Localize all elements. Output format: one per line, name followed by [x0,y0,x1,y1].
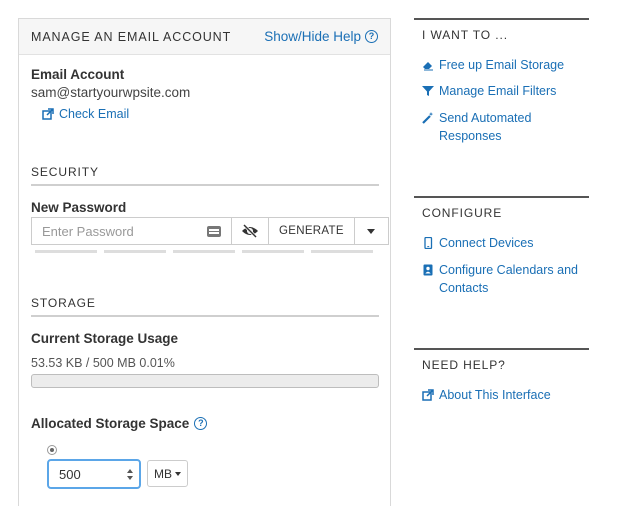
manage-filters-label: Manage Email Filters [439,84,557,98]
free-up-storage-label: Free up Email Storage [439,58,565,72]
panel-header: MANAGE AN EMAIL ACCOUNT Show/Hide Help ? [19,19,390,55]
send-automated-responses-link[interactable]: Send Automated Responses [422,109,589,145]
i-want-to-heading: I WANT TO ... [414,18,589,42]
generate-options-dropdown[interactable] [354,217,389,245]
keyboard-icon[interactable] [207,225,221,237]
custom-storage-radio[interactable] [47,445,57,455]
eraser-icon [423,62,433,71]
show-hide-help-link[interactable]: Show/Hide Help ? [264,29,378,44]
check-email-label: Check Email [59,107,130,121]
magic-wand-icon [422,112,434,124]
about-interface-label: About This Interface [439,388,551,402]
configure-section: CONFIGURE Connect Devices Configure Cale… [414,196,589,297]
free-up-storage-link[interactable]: Free up Email Storage [422,56,589,74]
connect-devices-link[interactable]: Connect Devices [422,234,589,252]
storage-heading: STORAGE [31,296,379,317]
current-storage-label: Current Storage Usage [31,331,179,346]
allocated-storage-input[interactable]: 500 [47,459,141,489]
filter-icon [422,86,434,96]
storage-usage-text: 53.53 KB / 500 MB 0.01% [31,356,175,370]
manage-filters-link[interactable]: Manage Email Filters [422,82,589,100]
external-link-icon [42,108,54,120]
external-link-icon [422,389,434,401]
storage-unit-value: MB [154,466,172,481]
i-want-to-section: I WANT TO ... Free up Email Storage Mana… [414,18,589,145]
password-strength-meter [35,250,373,253]
configure-calendars-link[interactable]: Configure Calendars and Contacts [422,261,589,297]
email-account-label: Email Account [31,67,125,82]
caret-down-icon [175,471,181,476]
eye-slash-icon [242,224,258,238]
about-interface-link[interactable]: About This Interface [422,386,589,404]
send-automated-responses-label: Send Automated Responses [439,111,532,143]
allocated-storage-row: Allocated Storage Space ? [31,416,208,431]
configure-heading: CONFIGURE [414,196,589,220]
password-row: Enter Password GENERATE [31,217,389,245]
configure-calendars-label: Configure Calendars and Contacts [439,263,578,295]
email-address: sam@startyourwpsite.com [31,85,191,100]
check-email-link[interactable]: Check Email [42,107,129,121]
panel-title: MANAGE AN EMAIL ACCOUNT [31,29,232,44]
help-link-label: Show/Hide Help [264,29,361,44]
toggle-password-visibility-button[interactable] [231,217,269,245]
number-spinner[interactable] [127,468,133,480]
question-circle-icon[interactable]: ? [194,417,208,430]
storage-usage-bar [31,374,379,388]
generate-password-button[interactable]: GENERATE [269,217,355,245]
new-password-label: New Password [31,200,127,215]
contacts-book-icon [423,264,433,276]
allocated-storage-value: 500 [59,466,81,482]
manage-email-panel: MANAGE AN EMAIL ACCOUNT Show/Hide Help ?… [18,18,391,506]
password-input[interactable]: Enter Password [31,217,231,245]
password-placeholder: Enter Password [42,223,134,239]
need-help-section: NEED HELP? About This Interface [414,348,589,404]
connect-devices-label: Connect Devices [439,236,534,250]
caret-down-icon [367,228,376,234]
mobile-device-icon [424,237,433,249]
security-heading: SECURITY [31,165,379,186]
question-circle-icon: ? [365,30,378,43]
allocated-storage-label: Allocated Storage Space [31,416,190,431]
storage-unit-select[interactable]: MB [147,460,188,487]
need-help-heading: NEED HELP? [414,348,589,372]
